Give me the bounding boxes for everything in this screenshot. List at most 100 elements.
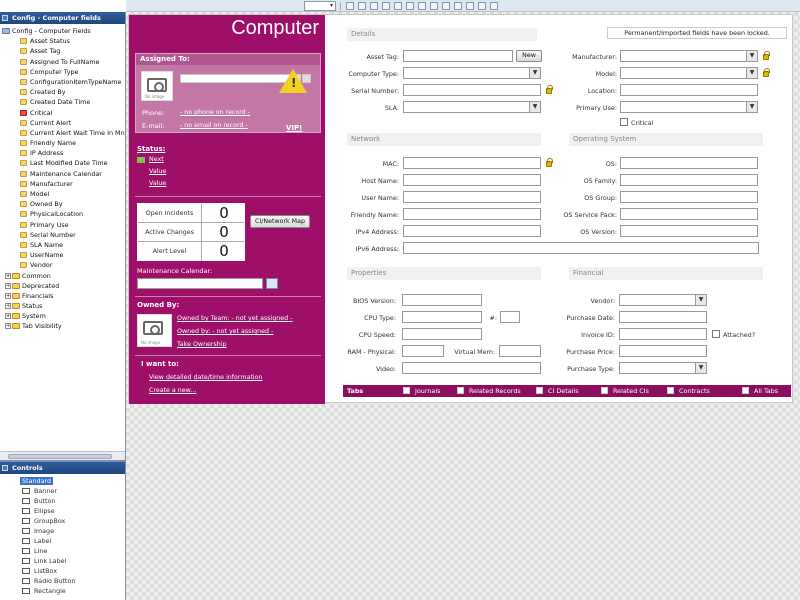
align-right-icon[interactable] [370, 2, 378, 10]
send-back-icon[interactable] [466, 2, 474, 10]
tree-field-item[interactable]: Vendor [2, 260, 125, 270]
bring-front-icon[interactable] [454, 2, 462, 10]
tree-field-item[interactable]: Friendly Name [2, 138, 125, 148]
tree-field-item[interactable]: Created Date Time [2, 97, 125, 107]
tree-group-item[interactable]: + Deprecated [2, 281, 125, 291]
control-item[interactable]: Ellipse [0, 506, 125, 516]
invoice-id-field[interactable] [619, 328, 707, 340]
horizontal-scrollbar[interactable] [0, 451, 125, 460]
control-item[interactable]: GroupBox [0, 516, 125, 526]
critical-checkbox[interactable] [620, 118, 628, 126]
tree-field-item[interactable]: Serial Number [2, 230, 125, 240]
status-value-link[interactable]: Value [149, 180, 166, 187]
phone-value[interactable]: - no phone on record - [180, 109, 250, 116]
ram-field[interactable] [402, 345, 444, 357]
control-item[interactable]: Label [0, 536, 125, 546]
tree-field-item[interactable]: PhysicalLocation [2, 209, 125, 219]
align-bottom-icon[interactable] [406, 2, 414, 10]
tree-field-item[interactable]: Manufacturer [2, 179, 125, 189]
video-field[interactable] [402, 362, 541, 374]
tree-field-item[interactable]: Asset Tag [2, 46, 125, 56]
purchase-type-dropdown[interactable] [619, 362, 707, 374]
network-3-field[interactable] [403, 208, 541, 220]
tree-group-item[interactable]: + Common [2, 271, 125, 281]
sla-dropdown[interactable] [403, 101, 541, 113]
tab-checkbox-related-records[interactable] [457, 387, 464, 394]
expand-icon[interactable]: + [5, 313, 11, 320]
tree-group-item[interactable]: + Financials [2, 291, 125, 301]
align-center-icon[interactable] [358, 2, 366, 10]
tree-field-item[interactable]: ConfigurationItemTypeName [2, 77, 125, 87]
create-new-link[interactable]: Create a new... [149, 387, 196, 394]
tab-checkbox-journals[interactable] [403, 387, 410, 394]
tree-field-item[interactable]: UserName [2, 250, 125, 260]
manufacturer-dropdown[interactable] [620, 50, 758, 62]
email-value[interactable]: - no email on record - [180, 122, 248, 129]
align-left-icon[interactable] [346, 2, 354, 10]
control-item[interactable]: Line [0, 546, 125, 556]
ci-network-map-button[interactable]: CI/Network Map [250, 215, 310, 228]
control-item[interactable]: Radio Button [0, 576, 125, 586]
owned-by-user-link[interactable]: Owned by: - not yet assigned - [177, 328, 273, 335]
status-value-link[interactable]: Value [149, 168, 166, 175]
tree-group-item[interactable]: + Status [2, 301, 125, 311]
network-0-field[interactable] [403, 157, 541, 169]
os-4-field[interactable] [620, 225, 758, 237]
tree-field-item[interactable]: Created By [2, 87, 125, 97]
view-datetime-link[interactable]: View detailed date/time information [149, 374, 262, 381]
primary-use-dropdown[interactable] [620, 101, 758, 113]
computer-type-dropdown[interactable] [403, 67, 541, 79]
align-middle-icon[interactable] [394, 2, 402, 10]
network-5-field[interactable] [403, 242, 759, 254]
design-canvas[interactable]: Computer Assigned To: No image Phone: - … [126, 12, 800, 600]
os-3-field[interactable] [620, 208, 758, 220]
tab-checkbox-related-cis[interactable] [601, 387, 608, 394]
expand-icon[interactable]: + [5, 272, 11, 279]
tab-checkbox-all-tabs[interactable] [742, 387, 749, 394]
virtual-mem-field[interactable] [499, 345, 541, 357]
control-item[interactable]: Button [0, 496, 125, 506]
align-top-icon[interactable] [382, 2, 390, 10]
vendor-dropdown[interactable] [619, 294, 707, 306]
group-icon[interactable] [478, 2, 486, 10]
same-width-icon[interactable] [418, 2, 426, 10]
tree-field-item[interactable]: Current Alert Wait Time In Mn [2, 128, 125, 138]
calendar-icon[interactable] [266, 278, 278, 289]
os-1-field[interactable] [620, 174, 758, 186]
model-dropdown[interactable] [620, 67, 758, 79]
tree-field-item[interactable]: Owned By [2, 199, 125, 209]
serial-number-field[interactable] [403, 84, 541, 96]
tree-field-item[interactable]: SLA Name [2, 240, 125, 250]
tab-checkbox-ci-details[interactable] [536, 387, 543, 394]
tree-group-item[interactable]: + System [2, 311, 125, 321]
location-field[interactable] [620, 84, 758, 96]
cpu-type-field[interactable] [402, 311, 482, 323]
maintenance-calendar-field[interactable] [137, 278, 263, 289]
same-size-icon[interactable] [442, 2, 450, 10]
same-height-icon[interactable] [430, 2, 438, 10]
expand-icon[interactable]: + [5, 292, 11, 299]
expand-icon[interactable]: + [5, 282, 11, 289]
tree-field-item[interactable]: Model [2, 189, 125, 199]
control-item[interactable]: Image [0, 526, 125, 536]
tree-root[interactable]: Config - Computer Fields [2, 26, 125, 36]
tab-checkbox-contracts[interactable] [667, 387, 674, 394]
os-2-field[interactable] [620, 191, 758, 203]
control-item[interactable]: ListBox [0, 566, 125, 576]
tree-field-item[interactable]: Asset Status [2, 36, 125, 46]
os-0-field[interactable] [620, 157, 758, 169]
tree-field-item[interactable]: Computer Type [2, 67, 125, 77]
take-ownership-link[interactable]: Take Ownership [177, 341, 227, 348]
tree-group-item[interactable]: + Tab Visibility [2, 321, 125, 331]
tree-field-item[interactable]: Primary Use [2, 220, 125, 230]
status-next-link[interactable]: Next [149, 156, 164, 163]
new-button[interactable]: New [516, 50, 542, 62]
asset-tag-field[interactable] [403, 50, 513, 62]
network-1-field[interactable] [403, 174, 541, 186]
tree-field-item[interactable]: Current Alert [2, 118, 125, 128]
control-item[interactable]: Rectangle [0, 586, 125, 596]
purchase-date-field[interactable] [619, 311, 707, 323]
purchase-price-field[interactable] [619, 345, 707, 357]
expand-icon[interactable]: + [5, 303, 11, 310]
control-item[interactable]: Banner [0, 486, 125, 496]
